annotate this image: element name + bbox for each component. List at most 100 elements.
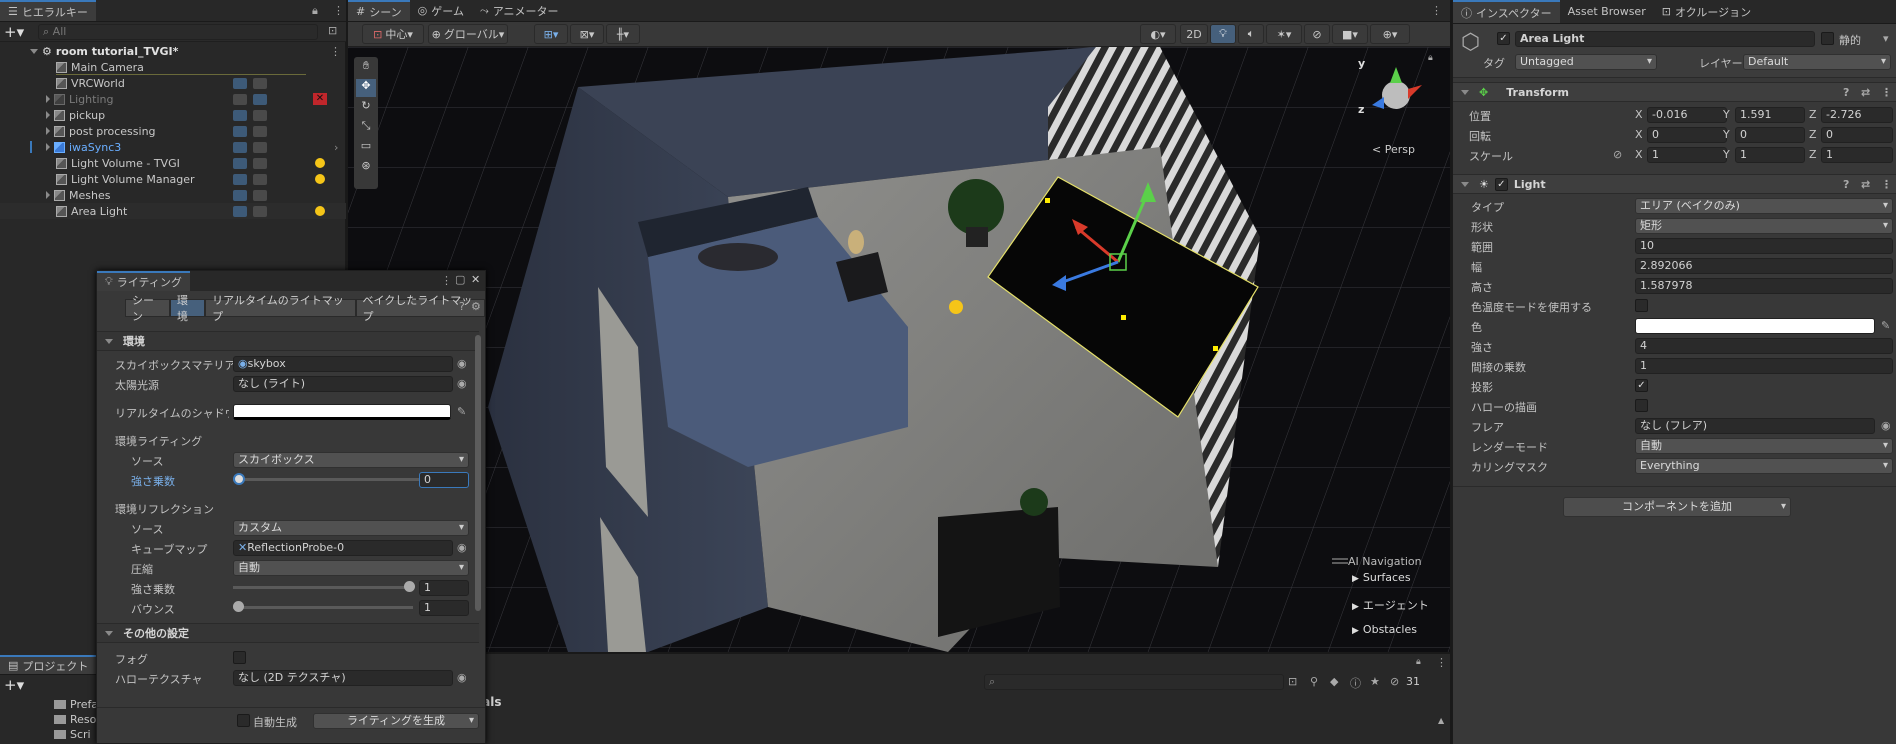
help-icon[interactable]: ?: [1843, 86, 1849, 99]
scene-more-icon[interactable]: ⋮: [330, 45, 341, 58]
color-temperature-checkbox[interactable]: [1635, 299, 1648, 312]
tab-animator[interactable]: ⤳ アニメーター: [472, 0, 567, 21]
tab-scene[interactable]: # シーン: [348, 0, 410, 21]
light-header[interactable]: ☀ ✓ Light ? ⇄ ⋮: [1453, 174, 1896, 194]
more-menu-icon[interactable]: ⋮: [1881, 178, 1892, 191]
draw-halo-checkbox[interactable]: [1635, 399, 1648, 412]
tab-lighting-environment[interactable]: 環境: [170, 294, 206, 323]
static-checkbox[interactable]: [1821, 32, 1834, 45]
light-shape-dropdown[interactable]: 矩形: [1635, 218, 1893, 234]
hierarchy-item-lighting[interactable]: Lighting ✕: [0, 91, 346, 107]
snap-increment-button[interactable]: ⊠▾: [570, 24, 604, 44]
hidden-objects-button[interactable]: ⊘: [1304, 24, 1330, 44]
active-checkbox[interactable]: ✓: [1497, 32, 1510, 45]
refl-intensity-input[interactable]: 1: [419, 580, 469, 596]
visibility-toggle-icon[interactable]: [233, 205, 247, 217]
intensity-input[interactable]: 0: [419, 472, 469, 488]
object-picker-icon[interactable]: ◉: [1881, 419, 1891, 432]
pick-toggle-icon[interactable]: [253, 141, 267, 153]
shading-mode-button[interactable]: ◐▾: [1140, 24, 1176, 44]
position-x-input[interactable]: -0.016: [1647, 107, 1727, 123]
static-dropdown-icon[interactable]: ▾: [1883, 32, 1889, 45]
expand-arrow-icon[interactable]: [46, 191, 50, 199]
hidden-count-icon[interactable]: ⊘: [1390, 675, 1399, 688]
hierarchy-item-main-camera[interactable]: Main Camera: [0, 59, 346, 75]
gizmos-button[interactable]: ⊕▾: [1370, 24, 1410, 44]
maximize-icon[interactable]: ▢: [455, 273, 465, 286]
compression-dropdown[interactable]: 自動: [233, 560, 469, 576]
source-dropdown[interactable]: スカイボックス: [233, 452, 469, 468]
hierarchy-search-input[interactable]: ⌕ All: [38, 24, 318, 40]
lighting-scrollbar[interactable]: [475, 335, 481, 611]
auto-generate-checkbox[interactable]: [237, 714, 250, 727]
pick-toggle-icon[interactable]: [253, 157, 267, 169]
lock-icon[interactable]: 🔒︎: [1416, 657, 1421, 667]
move-tool-icon[interactable]: ✥: [356, 79, 376, 97]
visibility-toggle-icon[interactable]: [233, 189, 247, 201]
indirect-multiplier-input[interactable]: 1: [1635, 358, 1893, 374]
generate-lighting-button[interactable]: ライティングを生成: [313, 713, 479, 729]
audio-toggle-button[interactable]: 🔈︎: [1238, 24, 1264, 44]
visibility-toggle-icon[interactable]: [233, 125, 247, 137]
layer-dropdown[interactable]: Default: [1743, 54, 1891, 70]
eyedropper-icon[interactable]: ✎: [1881, 319, 1890, 332]
hierarchy-item-area-light[interactable]: Area Light: [0, 203, 346, 219]
ruler-button[interactable]: ╫▾: [606, 24, 640, 44]
position-y-input[interactable]: 1.591: [1735, 107, 1805, 123]
pick-toggle-icon[interactable]: [253, 173, 267, 185]
shadow-color-field[interactable]: [233, 404, 451, 420]
scene-visibility-icon[interactable]: ⊡: [328, 24, 337, 37]
expand-arrow-icon[interactable]: [46, 143, 50, 151]
scale-tool-icon[interactable]: ⤡: [356, 119, 376, 137]
rect-tool-icon[interactable]: ▭: [356, 139, 376, 157]
environment-section-header[interactable]: 環境: [97, 331, 479, 351]
refl-intensity-slider-handle[interactable]: [404, 581, 415, 592]
project-add-icon[interactable]: +▾: [4, 676, 24, 694]
object-picker-icon[interactable]: ◉: [457, 377, 467, 390]
pick-toggle-icon[interactable]: [253, 77, 267, 89]
hierarchy-item-post-processing[interactable]: post processing: [0, 123, 346, 139]
hierarchy-item-vrcworld[interactable]: VRCWorld: [0, 75, 346, 91]
visibility-toggle-icon[interactable]: [233, 77, 247, 89]
pick-toggle-icon[interactable]: [253, 125, 267, 137]
ai-nav-surfaces[interactable]: ▶ Surfaces: [1348, 571, 1448, 597]
rotation-y-input[interactable]: 0: [1735, 127, 1805, 143]
cast-shadows-checkbox[interactable]: ✓: [1635, 379, 1648, 392]
light-range-input[interactable]: 10: [1635, 238, 1893, 254]
filter-icon[interactable]: ⊡: [1288, 675, 1297, 688]
object-picker-icon[interactable]: ◉: [457, 541, 467, 554]
transform-header[interactable]: ✥ Transform ? ⇄ ⋮: [1453, 82, 1896, 102]
skybox-field[interactable]: ◉skybox: [233, 356, 453, 372]
effects-toggle-button[interactable]: ✶▾: [1266, 24, 1302, 44]
sun-source-field[interactable]: なし (ライト): [233, 376, 453, 392]
expand-arrow-icon[interactable]: [46, 111, 50, 119]
global-dropdown[interactable]: ⊕ グローバル ▾: [428, 24, 508, 44]
info-icon[interactable]: ⓘ: [1350, 675, 1361, 691]
more-menu-icon[interactable]: ⋮: [441, 274, 452, 287]
light-width-input[interactable]: 2.892066: [1635, 258, 1893, 274]
pick-toggle-icon[interactable]: [253, 205, 267, 217]
flare-field[interactable]: なし (フレア): [1635, 418, 1875, 434]
bounce-input[interactable]: 1: [419, 600, 469, 616]
pick-toggle-icon[interactable]: [253, 93, 267, 105]
star-icon[interactable]: ★: [1370, 675, 1380, 688]
hierarchy-filter-icon[interactable]: ⚲: [1310, 675, 1318, 688]
expand-arrow-icon[interactable]: [46, 95, 50, 103]
tab-game[interactable]: ◎ ゲーム: [410, 0, 472, 21]
tag-dropdown[interactable]: Untagged: [1515, 54, 1657, 70]
light-intensity-input[interactable]: 4: [1635, 338, 1893, 354]
preset-icon[interactable]: ⇄: [1861, 178, 1870, 191]
rotation-x-input[interactable]: 0: [1647, 127, 1727, 143]
scene-viewport[interactable]: ✋︎ ✥ ↻ ⤡ ▭ ⊛ y z 🔒︎ < Persp AI Navigatio…: [348, 47, 1450, 652]
fog-checkbox[interactable]: [233, 651, 246, 664]
tab-hierarchy[interactable]: ☰ ヒエラルキー: [0, 0, 96, 21]
light-type-dropdown[interactable]: エリア (ベイクのみ): [1635, 198, 1893, 214]
mode-2d-button[interactable]: 2D: [1180, 24, 1208, 44]
tab-asset-browser[interactable]: Asset Browser: [1560, 0, 1654, 23]
bounce-slider[interactable]: [233, 606, 413, 609]
other-settings-header[interactable]: その他の設定: [97, 623, 479, 643]
link-icon[interactable]: ⊘: [1613, 148, 1622, 161]
tab-inspector[interactable]: ⓘ インスペクター: [1453, 0, 1560, 23]
bounce-slider-handle[interactable]: [233, 601, 244, 612]
object-picker-icon[interactable]: ◉: [457, 357, 467, 370]
